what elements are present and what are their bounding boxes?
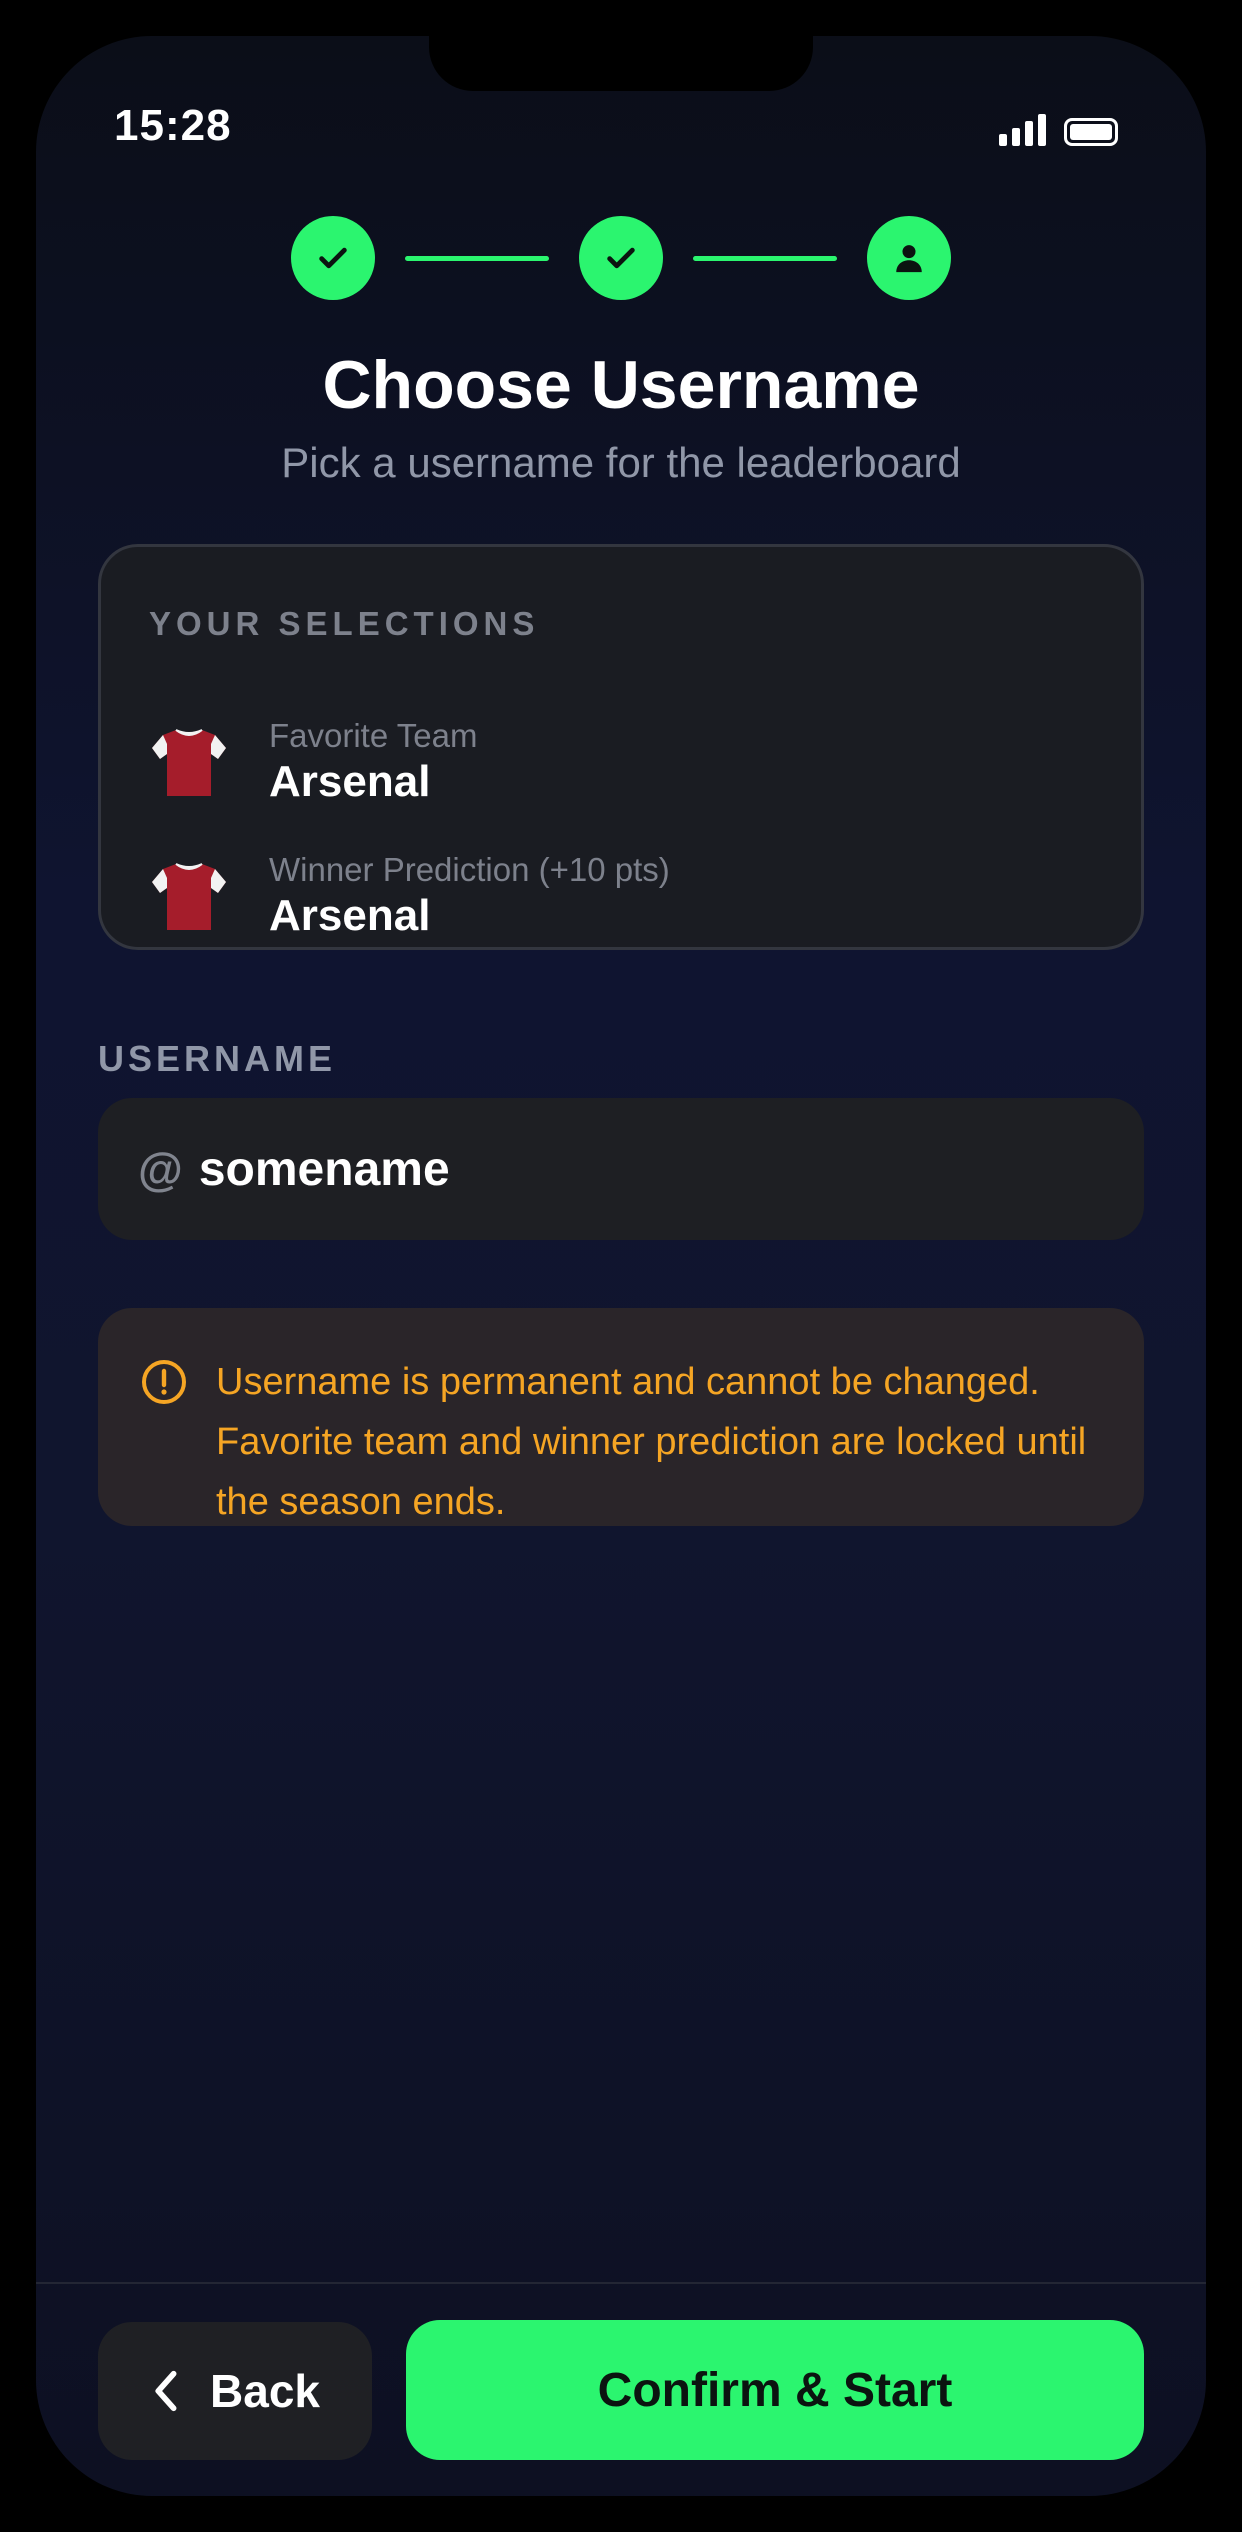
signal-icon — [999, 114, 1046, 146]
progress-stepper — [36, 216, 1206, 300]
selections-heading: YOUR SELECTIONS — [149, 605, 540, 642]
username-field[interactable]: @ — [98, 1098, 1144, 1240]
warning-text: Username is permanent and cannot be chan… — [216, 1361, 1087, 1523]
user-icon — [896, 245, 922, 273]
step-3-current — [867, 216, 951, 300]
at-prefix: @ — [138, 1143, 183, 1195]
selection-winner-prediction: Winner Prediction (+10 pts) Arsenal — [149, 851, 670, 941]
phone-frame: 15:28 Choose Username Pick a username fo… — [0, 0, 1242, 2532]
selections-summary-card: YOUR SELECTIONS Favorite Team Arsenal Wi… — [98, 544, 1144, 950]
username-input[interactable] — [198, 1141, 999, 1197]
page-subtitle: Pick a username for the leaderboard — [281, 439, 961, 486]
status-time: 15:28 — [114, 101, 232, 150]
step-connector — [693, 255, 837, 261]
check-icon — [607, 247, 635, 269]
confirm-start-button[interactable]: Confirm & Start — [406, 2320, 1144, 2460]
page-title: Choose Username — [322, 347, 920, 423]
selection-label: Winner Prediction (+10 pts) — [269, 851, 670, 888]
step-connector — [405, 255, 549, 261]
chevron-left-icon — [155, 2370, 177, 2412]
alert-circle-icon — [142, 1360, 186, 1404]
step-1-complete — [291, 216, 375, 300]
jersey-icon — [152, 863, 226, 930]
selection-value: Arsenal — [269, 757, 431, 806]
status-icons — [999, 114, 1118, 146]
selection-favorite-team: Favorite Team Arsenal — [149, 717, 477, 807]
battery-icon — [1064, 118, 1118, 146]
permanence-warning: Username is permanent and cannot be chan… — [98, 1308, 1144, 1526]
step-2-complete — [579, 216, 663, 300]
selection-value: Arsenal — [269, 891, 431, 940]
jersey-icon — [152, 729, 226, 796]
back-button-label: Back — [210, 2365, 320, 2417]
footer-divider — [36, 2282, 1206, 2284]
confirm-button-label: Confirm & Start — [597, 2363, 953, 2417]
username-label: USERNAME — [98, 1038, 337, 1079]
back-button[interactable]: Back — [98, 2322, 372, 2460]
selection-label: Favorite Team — [269, 717, 478, 754]
check-icon — [319, 247, 347, 269]
app-screen: 15:28 Choose Username Pick a username fo… — [36, 36, 1206, 2496]
device-notch — [429, 36, 813, 91]
